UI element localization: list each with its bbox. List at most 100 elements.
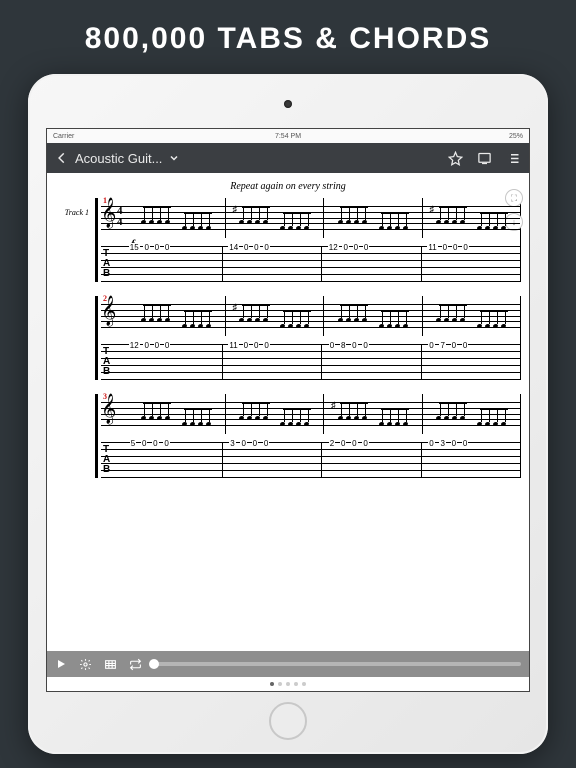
tab-measure: 50005000 bbox=[123, 442, 223, 478]
fret-number: 0 bbox=[428, 341, 434, 350]
note bbox=[386, 310, 392, 328]
loop-icon[interactable] bbox=[129, 658, 142, 671]
fret-number: 12 bbox=[129, 341, 140, 350]
fullscreen-icon[interactable] bbox=[477, 151, 492, 166]
fret-number: 0 bbox=[143, 341, 149, 350]
clef-column: 1𝄞44 bbox=[101, 198, 127, 238]
beam-group bbox=[140, 402, 170, 420]
page-dot[interactable] bbox=[302, 682, 306, 686]
measure bbox=[127, 296, 226, 336]
note bbox=[460, 206, 466, 224]
note bbox=[280, 212, 286, 230]
fret-number: 0 bbox=[164, 341, 170, 350]
sharp-icon: ♯ bbox=[430, 204, 435, 214]
ios-status-bar: Carrier 7:54 PM 25% bbox=[47, 129, 529, 143]
fret-number: 0 bbox=[253, 341, 259, 350]
page-dot[interactable] bbox=[286, 682, 290, 686]
fret-number: 0 bbox=[164, 243, 170, 252]
gear-icon[interactable] bbox=[79, 658, 92, 671]
fret-number: 5 bbox=[130, 439, 136, 448]
beam-group bbox=[436, 304, 466, 322]
page-dot[interactable] bbox=[278, 682, 282, 686]
fret-number: 12 bbox=[328, 243, 339, 252]
chevron-down-icon[interactable] bbox=[168, 152, 180, 164]
fret-number: 0 bbox=[143, 243, 149, 252]
note bbox=[205, 310, 211, 328]
note bbox=[444, 206, 450, 224]
note bbox=[493, 212, 499, 230]
fret-number: 0 bbox=[243, 243, 249, 252]
note bbox=[304, 212, 310, 230]
fret-number: 0 bbox=[243, 341, 249, 350]
note bbox=[288, 408, 294, 426]
measure: ♯ bbox=[226, 296, 325, 336]
note bbox=[156, 206, 162, 224]
back-icon[interactable] bbox=[55, 151, 69, 165]
note bbox=[181, 310, 187, 328]
fret-number: 0 bbox=[452, 243, 458, 252]
beam-group bbox=[280, 212, 310, 230]
beam-group bbox=[378, 408, 408, 426]
note bbox=[255, 304, 261, 322]
measure: ♯ bbox=[423, 198, 521, 238]
note bbox=[353, 402, 359, 420]
play-icon[interactable] bbox=[55, 658, 67, 670]
note bbox=[140, 402, 146, 420]
home-button[interactable] bbox=[269, 702, 307, 740]
page-dot[interactable] bbox=[294, 682, 298, 686]
track-label bbox=[55, 296, 89, 380]
note bbox=[247, 402, 253, 420]
treble-clef-icon: 𝄞 bbox=[101, 396, 116, 422]
page-dot[interactable] bbox=[270, 682, 274, 686]
measure bbox=[324, 296, 423, 336]
note bbox=[239, 402, 245, 420]
progress-track[interactable] bbox=[154, 662, 521, 666]
fret-number: 0 bbox=[152, 439, 158, 448]
fret-number: 0 bbox=[263, 439, 269, 448]
star-icon[interactable] bbox=[448, 151, 463, 166]
progress-thumb[interactable] bbox=[149, 659, 159, 669]
fret-number: 0 bbox=[154, 243, 160, 252]
note bbox=[353, 304, 359, 322]
fret-number: 0 bbox=[141, 439, 147, 448]
music-system: Track 1f1𝄞44♯♯TAB15000150001400014000120… bbox=[55, 198, 521, 282]
note bbox=[156, 402, 162, 420]
measure bbox=[423, 394, 521, 434]
pagination-dots bbox=[47, 677, 529, 691]
song-title[interactable]: Acoustic Guit... bbox=[75, 151, 162, 166]
beam-group bbox=[477, 408, 507, 426]
fret-number: 0 bbox=[362, 341, 368, 350]
beam-group bbox=[337, 304, 367, 322]
note bbox=[263, 206, 269, 224]
note bbox=[296, 310, 302, 328]
fret-number: 3 bbox=[439, 439, 445, 448]
list-icon[interactable] bbox=[506, 151, 521, 166]
beam-group bbox=[477, 212, 507, 230]
status-carrier: Carrier bbox=[53, 133, 74, 140]
playback-bar bbox=[47, 651, 529, 677]
note bbox=[288, 212, 294, 230]
notation-staff: 3𝄞♯ bbox=[101, 394, 520, 434]
note bbox=[247, 304, 253, 322]
measure: ♯ bbox=[324, 394, 423, 434]
fret-number: 0 bbox=[462, 341, 468, 350]
beam-group: ♯ bbox=[239, 206, 269, 224]
note bbox=[460, 304, 466, 322]
fretboard-icon[interactable] bbox=[104, 658, 117, 671]
note: ♯ bbox=[436, 206, 442, 224]
beam-group: ♯ bbox=[337, 402, 367, 420]
tab-measure: 03000000 bbox=[422, 442, 521, 478]
fret-number: 0 bbox=[329, 341, 335, 350]
note bbox=[402, 408, 408, 426]
fret-number: 0 bbox=[362, 439, 368, 448]
measure: ♯ bbox=[226, 198, 325, 238]
note bbox=[394, 408, 400, 426]
tab-staff: TAB50005000300030002000200003000000 bbox=[101, 442, 520, 478]
fret-number: 0 bbox=[451, 439, 457, 448]
note bbox=[148, 206, 154, 224]
beam-group bbox=[181, 408, 211, 426]
note bbox=[288, 310, 294, 328]
score-sheet[interactable]: Repeat again on every string ⛶ ↓ Track 1… bbox=[47, 173, 529, 651]
fret-number: 0 bbox=[342, 243, 348, 252]
note bbox=[197, 408, 203, 426]
